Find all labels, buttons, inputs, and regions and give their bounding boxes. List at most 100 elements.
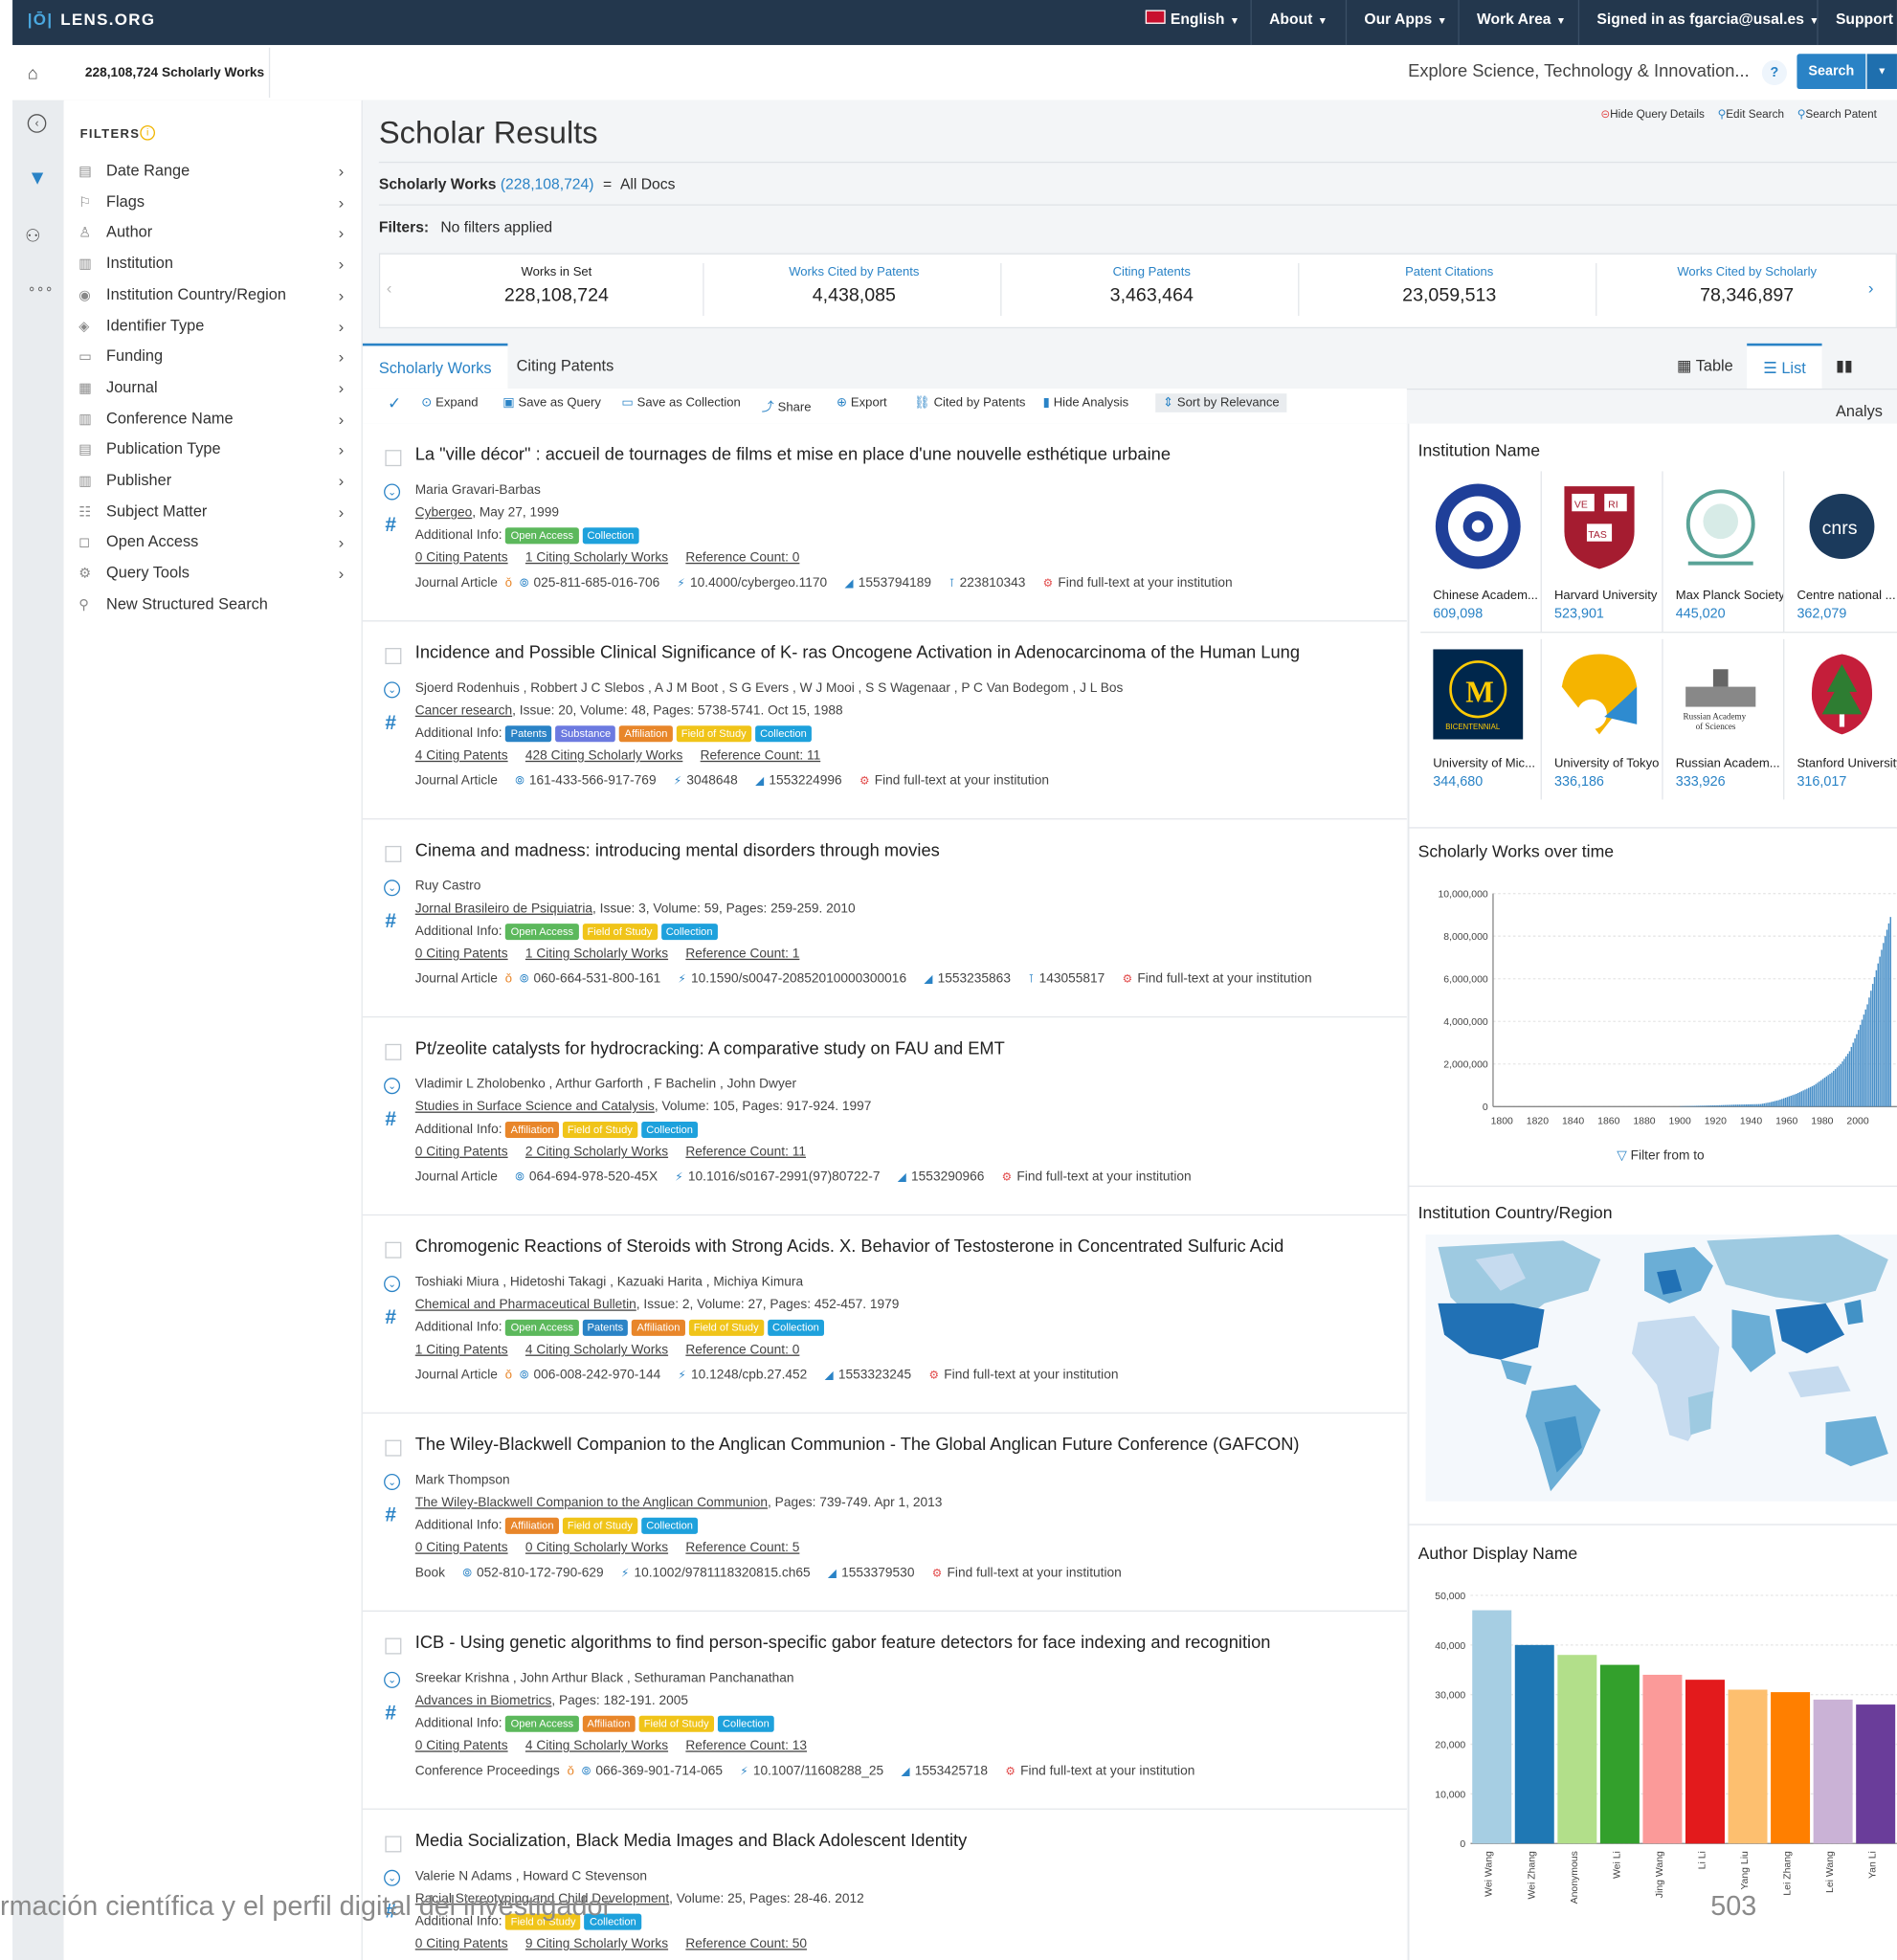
toolbar-share[interactable]: ⤴ Share xyxy=(762,396,812,414)
tab-citing-patents[interactable]: Citing Patents xyxy=(501,344,631,389)
toolbar-expand[interactable]: ⊙ Expand xyxy=(421,396,478,410)
identifier-value[interactable]: 1553224996 xyxy=(769,773,841,789)
identifier-value[interactable]: 143055817 xyxy=(1039,971,1105,987)
badge-pat[interactable]: Patents xyxy=(582,1319,629,1336)
result-title[interactable]: Pt/zeolite catalysts for hydrocracking: … xyxy=(415,1037,1005,1058)
citing-works-link[interactable]: 4 Citing Scholarly Works xyxy=(525,1738,668,1753)
stat-card[interactable]: Works Cited by Patents 4,438,085 xyxy=(706,266,1001,306)
sidebar-item[interactable]: ▭ Funding › xyxy=(78,347,346,375)
identifier-value[interactable]: 10.1016/s0167-2991(97)80722-7 xyxy=(688,1169,881,1185)
hash-icon[interactable]: # xyxy=(385,713,396,736)
result-title[interactable]: Incidence and Possible Clinical Signific… xyxy=(415,641,1300,661)
stat-card[interactable]: Works in Set 228,108,724 xyxy=(409,266,703,306)
reference-count-link[interactable]: Reference Count: 13 xyxy=(685,1738,807,1753)
reference-count-link[interactable]: Reference Count: 5 xyxy=(685,1540,799,1555)
result-title[interactable]: Media Socialization, Black Media Images … xyxy=(415,1830,967,1850)
find-fulltext-link[interactable]: Find full-text at your institution xyxy=(1058,575,1232,590)
toolbar-save-as-collection[interactable]: ▭ Save as Collection xyxy=(621,396,740,410)
world-map[interactable] xyxy=(1425,1234,1897,1502)
breadcrumb[interactable]: 228,108,724 Scholarly Works xyxy=(85,65,264,80)
result-source-link[interactable]: Advances in Biometrics xyxy=(415,1693,552,1708)
citing-patents-link[interactable]: 0 Citing Patents xyxy=(415,550,508,566)
institution-card[interactable]: University of Tokyo 336,186 xyxy=(1542,638,1663,800)
lens-logo[interactable]: |Ō| LENS.ORG xyxy=(28,10,156,29)
citing-works-link[interactable]: 0 Citing Scholarly Works xyxy=(525,1540,668,1555)
identifier-value[interactable]: 10.4000/cybergeo.1170 xyxy=(690,575,827,590)
find-fulltext-link[interactable]: Find full-text at your institution xyxy=(1137,971,1311,987)
institution-card[interactable]: VE RI TAS Harvard University 523,901 xyxy=(1541,471,1663,634)
sidebar-item[interactable]: ⚲ New Structured Search xyxy=(78,595,346,623)
expand-icon[interactable]: ⌄ xyxy=(384,1078,401,1095)
identifier-value[interactable]: 1553290966 xyxy=(911,1169,984,1185)
reference-count-link[interactable]: Reference Count: 11 xyxy=(685,1145,806,1160)
result-checkbox[interactable] xyxy=(385,648,402,665)
filter-from-to[interactable]: ▽ Filter from to xyxy=(1617,1148,1704,1164)
citing-works-link[interactable]: 4 Citing Scholarly Works xyxy=(525,1342,668,1357)
badge-oa[interactable]: Open Access xyxy=(505,1715,579,1732)
result-authors[interactable]: Valerie N Adams , Howard C Stevenson xyxy=(415,1868,647,1883)
hash-icon[interactable]: # xyxy=(385,1109,396,1132)
result-title[interactable]: The Wiley-Blackwell Companion to the Ang… xyxy=(415,1434,1300,1454)
badge-col[interactable]: Collection xyxy=(767,1319,825,1336)
result-checkbox[interactable] xyxy=(385,1241,402,1258)
institution-card[interactable]: Stanford University 316,017 xyxy=(1784,639,1897,800)
institution-card[interactable]: Russian Academy of Sciences Russian Academ… xyxy=(1663,638,1785,800)
identifier-value[interactable]: 3048648 xyxy=(686,773,737,789)
reference-count-link[interactable]: Reference Count: 1 xyxy=(685,947,799,962)
identifier-value[interactable]: 1553235863 xyxy=(938,971,1011,987)
sidebar-item[interactable]: ♙ Author › xyxy=(78,224,346,252)
sidebar-item[interactable]: ☷ Subject Matter › xyxy=(78,502,346,530)
identifier-value[interactable]: 025-811-685-016-706 xyxy=(534,575,660,590)
toolbar-export[interactable]: ⊕ Export xyxy=(837,396,887,410)
toolbar-hide-analysis[interactable]: ▮ Hide Analysis xyxy=(1043,396,1129,410)
result-checkbox[interactable] xyxy=(385,1637,402,1655)
result-authors[interactable]: Vladimir L Zholobenko , Arthur Garforth … xyxy=(415,1077,796,1092)
institution-count[interactable]: 333,926 xyxy=(1676,774,1783,790)
find-fulltext-link[interactable]: Find full-text at your institution xyxy=(1016,1169,1191,1185)
hash-icon[interactable]: # xyxy=(385,515,396,538)
home-icon[interactable]: ⌂ xyxy=(28,62,38,82)
expand-icon[interactable]: ⌄ xyxy=(384,681,401,699)
result-title[interactable]: Cinema and madness: introducing mental d… xyxy=(415,839,940,859)
badge-fos[interactable]: Field of Study xyxy=(688,1319,764,1336)
institution-card[interactable]: Chinese Academ... 609,098 xyxy=(1420,471,1542,634)
expand-icon[interactable]: ⌄ xyxy=(384,1276,401,1293)
result-title[interactable]: La "ville décor" : accueil de tournages … xyxy=(415,444,1171,464)
expand-icon[interactable]: ⌄ xyxy=(384,1671,401,1688)
result-source-link[interactable]: Jornal Brasileiro de Psiquiatria xyxy=(415,902,592,917)
identifier-value[interactable]: 060-664-531-800-161 xyxy=(534,971,661,987)
find-fulltext-link[interactable]: Find full-text at your institution xyxy=(1020,1763,1194,1778)
search-input[interactable]: Explore Science, Technology & Innovation… xyxy=(1408,60,1750,80)
identifier-value[interactable]: 10.1002/9781118320815.ch65 xyxy=(634,1566,810,1581)
edit-search-link[interactable]: Edit Search xyxy=(1726,108,1784,121)
result-authors[interactable]: Sjoerd Rodenhuis , Robbert J C Slebos , … xyxy=(415,680,1124,696)
identifier-value[interactable]: 1553425718 xyxy=(915,1763,988,1778)
identifier-value[interactable]: 10.1590/s0047-20852010000300016 xyxy=(691,971,906,987)
identifier-value[interactable]: 006-008-242-970-144 xyxy=(534,1368,661,1383)
work-area-menu[interactable]: Work Area ▼ xyxy=(1458,0,1583,46)
badge-col[interactable]: Collection xyxy=(582,527,639,545)
result-authors[interactable]: Ruy Castro xyxy=(415,879,481,894)
expand-icon[interactable]: ⌄ xyxy=(384,1473,401,1490)
badge-col[interactable]: Collection xyxy=(754,725,813,743)
sidebar-item[interactable]: ⚐ Flags › xyxy=(78,192,346,220)
sidebar-item[interactable]: ▤ Date Range › xyxy=(78,162,346,189)
result-authors[interactable]: Sreekar Krishna , John Arthur Black , Se… xyxy=(415,1671,794,1686)
badge-aff[interactable]: Affiliation xyxy=(505,1517,559,1534)
badge-oa[interactable]: Open Access xyxy=(505,1319,579,1336)
hash-icon[interactable]: # xyxy=(385,911,396,934)
badge-fos[interactable]: Field of Study xyxy=(582,924,658,941)
identifier-value[interactable]: 052-810-172-790-629 xyxy=(477,1566,604,1581)
identifier-value[interactable]: 066-369-901-714-065 xyxy=(595,1763,723,1778)
expand-icon[interactable]: ⌄ xyxy=(384,880,401,897)
institution-count[interactable]: 445,020 xyxy=(1676,607,1783,622)
identifier-value[interactable]: 064-694-978-520-45X xyxy=(529,1169,658,1185)
institution-card[interactable]: Max Planck Society 445,020 xyxy=(1663,471,1785,634)
account-menu[interactable]: Signed in as fgarcia@usal.es ▼ xyxy=(1577,0,1837,46)
hide-query-link[interactable]: Hide Query Details xyxy=(1610,108,1705,121)
result-source-link[interactable]: Cybergeo xyxy=(415,505,472,521)
institution-card[interactable]: cnrs Centre national ... 362,079 xyxy=(1784,471,1897,634)
sidebar-item[interactable]: ▥ Conference Name › xyxy=(78,410,346,437)
reference-count-link[interactable]: Reference Count: 50 xyxy=(685,1936,807,1951)
sidebar-item[interactable]: ⚙ Query Tools › xyxy=(78,564,346,591)
